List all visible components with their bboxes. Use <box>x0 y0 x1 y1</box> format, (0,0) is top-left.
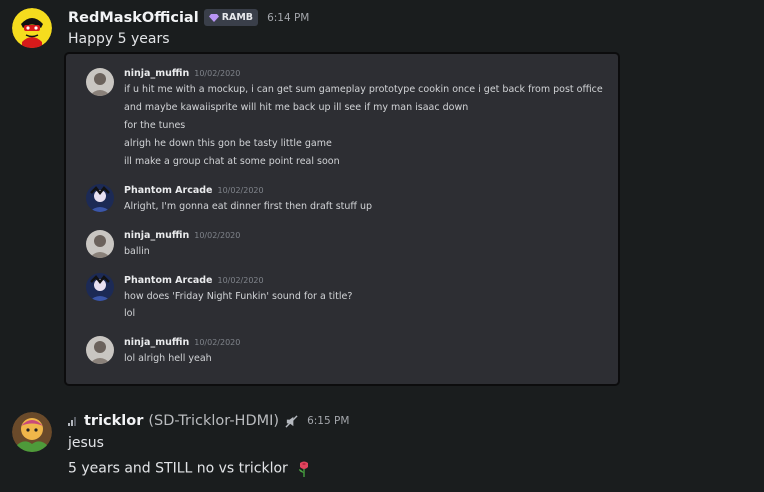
message-text: 5 years and STILL no vs tricklor <box>68 460 312 477</box>
embed-author: ninja_muffin 10/02/2020 <box>124 68 241 79</box>
timestamp[interactable]: 6:14 PM <box>267 12 309 24</box>
author-name[interactable]: tricklor <box>84 413 143 429</box>
message-text: Happy 5 years <box>68 31 170 47</box>
muted-speaker-icon <box>285 414 298 428</box>
embed-line: if u hit me with a mockup, i can get sum… <box>124 84 603 95</box>
embed-line: Alright, I'm gonna eat dinner first then… <box>124 201 373 212</box>
author-handle: (SD-Tricklor-HDMI) <box>148 413 280 429</box>
gem-icon <box>208 13 219 22</box>
embed-line: for the tunes <box>124 120 186 131</box>
embed-line: alrigh he down this gon be tasty little … <box>124 138 332 149</box>
message-redmask: RedMaskOfficial RAMB 6:14 PM Happy 5 yea… <box>0 0 764 54</box>
signal-bars-icon <box>68 416 76 426</box>
avatar-tricklor[interactable] <box>12 412 52 452</box>
embed-author: ninja_muffin 10/02/2020 <box>124 337 241 348</box>
timestamp[interactable]: 6:15 PM <box>307 415 349 427</box>
embed-line: and maybe kawaiisprite will hit me back … <box>124 102 469 113</box>
embed-author: Phantom Arcade 10/02/2020 <box>124 185 264 196</box>
badge-label: RAMB <box>221 12 254 23</box>
avatar-redmask[interactable] <box>12 8 52 48</box>
author-name[interactable]: RedMaskOfficial <box>68 10 199 26</box>
embed-line: lol <box>124 308 136 319</box>
message-text: jesus <box>68 435 104 451</box>
message-tricklor: tricklor (SD-Tricklor-HDMI) 6:15 PM jesu… <box>0 400 764 492</box>
avatar-ninja-muffin <box>86 230 114 258</box>
rose-emoji-icon[interactable] <box>296 460 312 477</box>
avatar-phantom-arcade <box>86 184 114 212</box>
avatar-ninja-muffin <box>86 68 114 96</box>
embed-line: how does 'Friday Night Funkin' sound for… <box>124 291 353 302</box>
embed-line: lol alrigh hell yeah <box>124 353 212 364</box>
attached-screenshot[interactable]: ninja_muffin 10/02/2020 if u hit me with … <box>66 54 618 384</box>
avatar-ninja-muffin <box>86 336 114 364</box>
embed-author: ninja_muffin 10/02/2020 <box>124 230 241 241</box>
embed-author: Phantom Arcade 10/02/2020 <box>124 275 264 286</box>
avatar-phantom-arcade <box>86 273 114 301</box>
embed-line: ill make a group chat at some point real… <box>124 156 340 167</box>
embed-line: ballin <box>124 246 150 257</box>
role-badge[interactable]: RAMB <box>203 9 259 26</box>
